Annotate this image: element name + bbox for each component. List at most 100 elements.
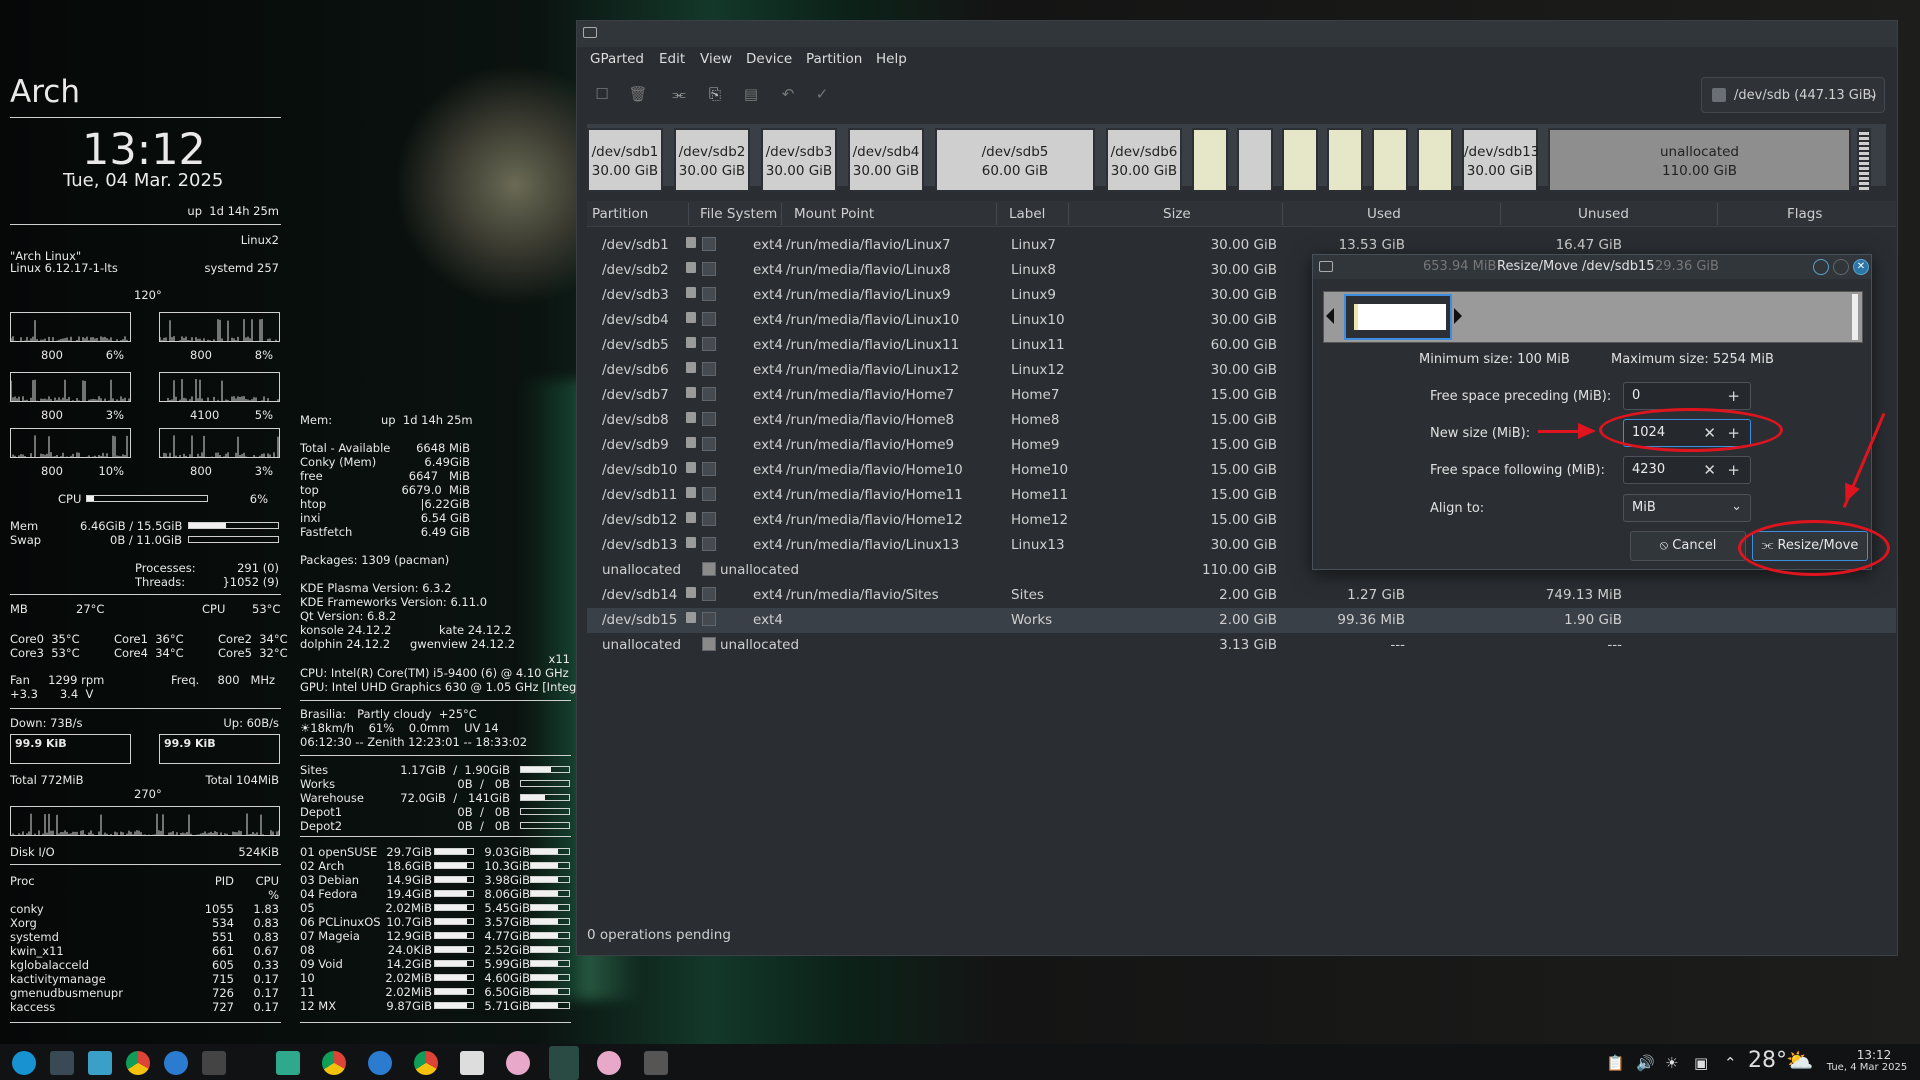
apply-icon[interactable]: ✓ <box>811 83 833 105</box>
preceding-spinbox[interactable]: 0 + <box>1623 382 1751 410</box>
map-small-partitions[interactable] <box>1857 128 1871 192</box>
row-partition: /dev/sdb1 <box>602 237 669 253</box>
clock-time[interactable]: 13:12 <box>1836 1048 1912 1062</box>
col-partition[interactable]: Partition <box>592 206 648 222</box>
device-selector[interactable]: /dev/sdb (447.13 GiB) ⌄ <box>1701 77 1885 113</box>
brightness-icon[interactable]: ☀ <box>1665 1054 1678 1072</box>
net-up: Up: 60B/s <box>223 716 279 730</box>
chrome-icon[interactable] <box>126 1051 150 1075</box>
calculator-icon[interactable] <box>644 1051 668 1075</box>
col-filesystem[interactable]: File System <box>700 206 777 222</box>
table-row[interactable]: /dev/sdb14 ext4/run/media/flavio/Sites Sit… <box>587 583 1896 608</box>
col-size[interactable]: Size <box>1163 206 1191 222</box>
col-flags[interactable]: Flags <box>1787 206 1822 222</box>
partition-slider[interactable] <box>1344 294 1452 340</box>
clock-date[interactable]: Tue, 4 Mar 2025 <box>1822 1062 1912 1073</box>
part-name: 10 <box>300 971 315 985</box>
lock-icon <box>686 587 696 598</box>
proc-pid: 1055 <box>204 902 234 916</box>
menu-device[interactable]: Device <box>746 51 792 67</box>
undo-icon[interactable]: ↶ <box>777 83 799 105</box>
map-sdb11[interactable] <box>1372 128 1408 192</box>
terminal-icon[interactable] <box>202 1051 226 1075</box>
menu-edit[interactable]: Edit <box>659 51 685 67</box>
map-sdb5[interactable]: /dev/sdb5 60.00 GiB <box>935 128 1095 192</box>
browser-icon[interactable] <box>164 1051 188 1075</box>
map-sdb3[interactable]: /dev/sdb3 30.00 GiB <box>761 128 837 192</box>
book-icon[interactable] <box>460 1051 484 1075</box>
filesystem-color-icon <box>702 612 716 626</box>
menu-gparted[interactable]: GParted <box>590 51 644 67</box>
map-sdb9[interactable] <box>1282 128 1318 192</box>
weather-icon[interactable]: ⛅ <box>1786 1049 1813 1074</box>
core-load: 5% <box>254 408 273 422</box>
app-window-icon-2[interactable] <box>597 1051 621 1075</box>
map-sdb2[interactable]: /dev/sdb2 30.00 GiB <box>674 128 750 192</box>
menu-view[interactable]: View <box>700 51 732 67</box>
map-sdb8[interactable] <box>1237 128 1273 192</box>
paste-icon[interactable]: ▤ <box>740 83 762 105</box>
proc-name: gmenudbusmenupr <box>10 986 123 1000</box>
table-row[interactable]: unallocated unallocated 3.13 GiB --- --- <box>587 633 1896 658</box>
plus-icon[interactable]: + <box>1727 387 1740 405</box>
delete-icon[interactable]: 🗑 <box>627 83 649 105</box>
maximize-icon[interactable] <box>1833 259 1849 275</box>
net-down: Down: 73B/s <box>10 716 83 730</box>
map-sdb13[interactable]: /dev/sdb13 30.00 GiB <box>1462 128 1539 192</box>
row-label: Home11 <box>1011 487 1069 503</box>
row-mountpoint: /run/media/flavio/Linux12 <box>786 362 960 378</box>
part-bar <box>434 932 474 939</box>
close-icon[interactable]: ✕ <box>1853 259 1869 275</box>
cancel-button[interactable]: ⦸ Cancel <box>1630 531 1746 561</box>
weather-temp[interactable]: 28° <box>1748 1048 1787 1073</box>
part-name: 06 PCLinuxOS <box>300 915 381 929</box>
chevron-up-icon[interactable]: ⌃ <box>1724 1054 1737 1072</box>
launcher-icon[interactable] <box>12 1051 36 1075</box>
map-unallocated[interactable]: unallocated 110.00 GiB <box>1548 128 1851 192</box>
app-window-icon[interactable] <box>506 1051 530 1075</box>
browser-window-icon[interactable] <box>368 1051 392 1075</box>
map-sdb1[interactable]: /dev/sdb1 30.00 GiB <box>587 128 663 192</box>
resize-graphic[interactable] <box>1323 291 1863 343</box>
left-handle-icon[interactable] <box>1326 308 1334 324</box>
part-name: 12 MX <box>300 999 337 1013</box>
gparted-task-icon[interactable] <box>549 1046 579 1080</box>
clear-icon[interactable]: ✕ <box>1703 461 1716 479</box>
lock-icon <box>686 262 696 273</box>
menu-partition[interactable]: Partition <box>806 51 862 67</box>
dialog-titlebar[interactable]: 653.94 MiB Resize/Move /dev/sdb15 29.36 … <box>1313 255 1871 279</box>
lock-icon <box>686 437 696 448</box>
col-mountpoint[interactable]: Mount Point <box>794 206 874 222</box>
chrome-window-icon[interactable] <box>322 1051 346 1075</box>
map-sdb4[interactable]: /dev/sdb4 30.00 GiB <box>848 128 924 192</box>
new-partition-icon[interactable]: ☐ <box>591 83 613 105</box>
right-handle-icon[interactable] <box>1454 308 1462 324</box>
table-row[interactable]: /dev/sdb15 ext4 Works 2.00 GiB 99.36 MiB 1.90… <box>587 608 1896 633</box>
map-sdb6[interactable]: /dev/sdb6 30.00 GiB <box>1106 128 1182 192</box>
proc-cpu: 1.83 <box>253 902 279 916</box>
resize-move-icon[interactable]: ⫘ <box>668 83 690 105</box>
map-sdb7[interactable] <box>1192 128 1228 192</box>
plus-icon[interactable]: + <box>1727 461 1740 479</box>
copy-icon[interactable]: ⎘ <box>704 83 726 105</box>
files-icon[interactable] <box>88 1051 112 1075</box>
col-used[interactable]: Used <box>1367 206 1401 222</box>
chrome-window-icon-2[interactable] <box>414 1051 438 1075</box>
files-window-icon[interactable] <box>276 1051 300 1075</box>
map-sdb10[interactable] <box>1327 128 1363 192</box>
following-spinbox[interactable]: 4230 ✕ + <box>1623 456 1751 484</box>
col-unused[interactable]: Unused <box>1578 206 1629 222</box>
align-select[interactable]: MiB ⌄ <box>1623 494 1751 522</box>
proc-head-pid: PID <box>214 874 234 888</box>
part-bar <box>530 848 570 855</box>
minimize-icon[interactable] <box>1813 259 1829 275</box>
menu-help[interactable]: Help <box>876 51 907 67</box>
map-sdb12[interactable] <box>1417 128 1453 192</box>
display-icon[interactable]: ▣ <box>1694 1054 1708 1072</box>
clipboard-icon[interactable]: 📋 <box>1606 1054 1625 1072</box>
volume-icon[interactable]: 🔊 <box>1636 1054 1655 1072</box>
annotation-ring-button <box>1738 520 1890 576</box>
col-label[interactable]: Label <box>1009 206 1045 222</box>
task-manager-icon[interactable] <box>50 1051 74 1075</box>
gparted-titlebar[interactable] <box>577 21 1897 47</box>
